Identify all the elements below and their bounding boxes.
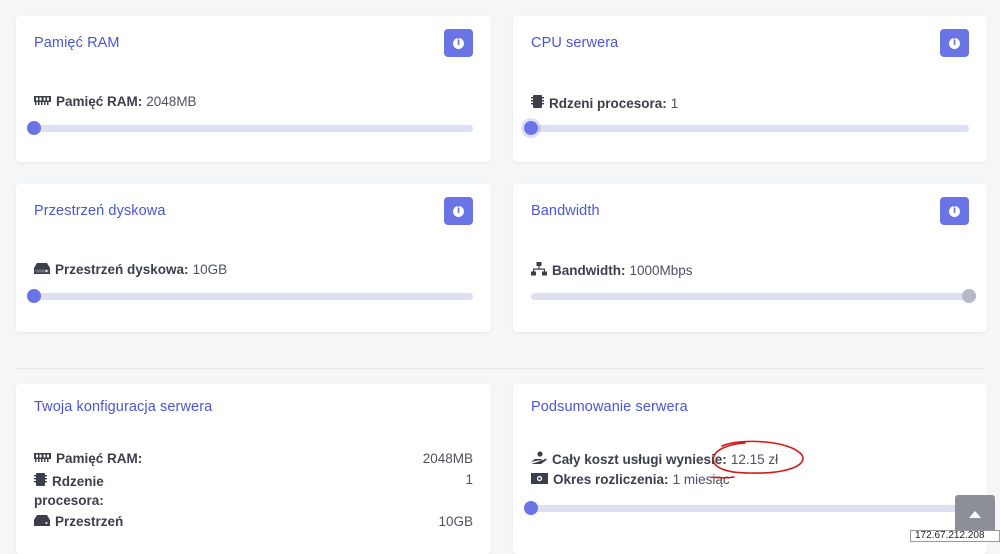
- red-ellipse-annotation: [711, 440, 804, 479]
- scroll-to-top-button[interactable]: [955, 495, 995, 535]
- chevron-up-icon: [969, 511, 981, 518]
- ip-address-tooltip: 172.67.212.208: [910, 530, 1000, 542]
